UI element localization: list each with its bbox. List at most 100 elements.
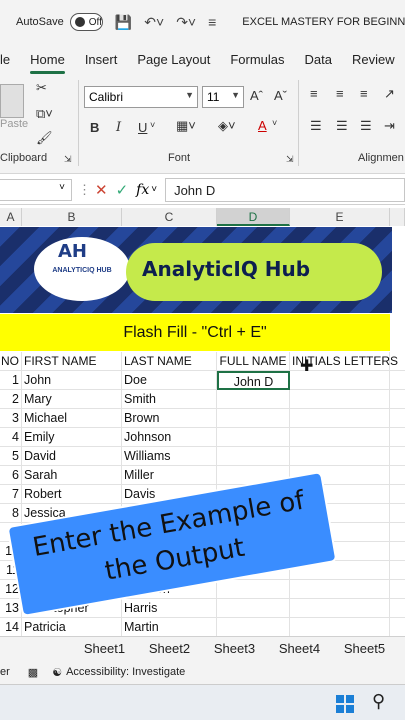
full-name-cell[interactable] xyxy=(217,618,290,637)
sheet-title[interactable]: Flash Fill - "Ctrl + E" xyxy=(0,314,390,351)
tab-review[interactable]: Review xyxy=(342,52,405,67)
orientation-icon[interactable]: ↗ xyxy=(384,86,395,102)
chevron-down-icon[interactable]: ˅ xyxy=(272,118,277,128)
align-top-icon[interactable]: ≡ xyxy=(310,86,318,101)
initials-cell[interactable] xyxy=(290,447,390,466)
row-number[interactable]: 3 xyxy=(0,409,22,428)
last-name-cell[interactable]: Smith xyxy=(122,390,217,409)
row-number[interactable]: 8 xyxy=(0,504,22,523)
row-number[interactable]: 4 xyxy=(0,428,22,447)
row-number[interactable]: 2 xyxy=(0,390,22,409)
sheet-tab-1[interactable]: Sheet1 xyxy=(72,641,137,656)
last-name-cell[interactable]: Martin xyxy=(122,618,217,637)
save-icon[interactable]: 💾 xyxy=(115,14,132,31)
align-bottom-icon[interactable]: ≡ xyxy=(360,86,368,101)
last-name-cell[interactable]: Doe xyxy=(122,371,217,390)
windows-start-icon[interactable] xyxy=(336,695,354,713)
tab-file[interactable]: le xyxy=(0,52,20,67)
more-icon[interactable]: ⋮ xyxy=(78,182,91,198)
italic-icon[interactable]: I xyxy=(116,120,121,135)
column-header-e[interactable]: E xyxy=(290,208,390,226)
column-header-b[interactable]: B xyxy=(22,208,122,226)
column-header-f[interactable] xyxy=(390,208,405,226)
initials-cell[interactable] xyxy=(290,390,390,409)
autosave-toggle[interactable]: Off xyxy=(69,13,103,31)
align-center-icon[interactable]: ☰ xyxy=(336,118,348,134)
format-painter-icon[interactable]: 🖌 xyxy=(36,130,53,146)
paste-button[interactable] xyxy=(0,84,24,118)
chevron-down-icon[interactable]: ˅ xyxy=(150,120,155,130)
header-first-name[interactable]: FIRST NAME xyxy=(22,352,122,371)
row-number[interactable]: 13 xyxy=(0,599,22,618)
full-name-cell[interactable] xyxy=(217,409,290,428)
chevron-down-icon[interactable]: ˅ xyxy=(151,184,157,195)
increase-font-icon[interactable]: Aˆ xyxy=(250,88,263,103)
first-name-cell[interactable]: Sarah xyxy=(22,466,122,485)
clipboard-launcher-icon[interactable]: ⇲ xyxy=(64,154,72,165)
redo-icon[interactable]: ↷˅ xyxy=(176,14,196,31)
header-no[interactable]: NO xyxy=(0,352,22,371)
first-name-cell[interactable]: Emily xyxy=(22,428,122,447)
initials-cell[interactable] xyxy=(290,580,390,599)
last-name-cell[interactable]: Johnson xyxy=(122,428,217,447)
row-number[interactable]: 1 xyxy=(0,371,22,390)
initials-cell[interactable] xyxy=(290,428,390,447)
last-name-cell[interactable]: Brown xyxy=(122,409,217,428)
last-name-cell[interactable]: Williams xyxy=(122,447,217,466)
last-name-cell[interactable]: Harris xyxy=(122,599,217,618)
sheet-tab-5[interactable]: Sheet5 xyxy=(332,641,397,656)
full-name-cell[interactable] xyxy=(217,580,290,599)
row-number[interactable]: 5 xyxy=(0,447,22,466)
align-right-icon[interactable]: ☰ xyxy=(360,118,372,134)
tab-data[interactable]: Data xyxy=(295,52,342,67)
header-last-name[interactable]: LAST NAME xyxy=(122,352,217,371)
cancel-icon[interactable]: ✕ xyxy=(95,181,108,199)
decrease-font-icon[interactable]: Aˇ xyxy=(274,88,287,103)
tab-page-layout[interactable]: Page Layout xyxy=(127,52,220,67)
indent-icon[interactable]: ⇥ xyxy=(384,118,395,134)
initials-cell[interactable] xyxy=(290,618,390,637)
row-number[interactable]: 7 xyxy=(0,485,22,504)
fill-color-icon[interactable]: ◈˅ xyxy=(218,118,236,134)
name-box[interactable]: ˅ xyxy=(0,178,72,201)
customize-qat-icon[interactable]: ≡ xyxy=(208,14,216,30)
font-size-select[interactable]: 11 ▼ xyxy=(202,86,244,108)
sheet-tab-3[interactable]: Sheet3 xyxy=(202,641,267,656)
sheet-tab-2[interactable]: Sheet2 xyxy=(137,641,202,656)
enter-icon[interactable]: ✓ xyxy=(116,181,129,199)
full-name-cell[interactable] xyxy=(217,428,290,447)
align-middle-icon[interactable]: ≡ xyxy=(336,86,344,101)
first-name-cell[interactable]: Robert xyxy=(22,485,122,504)
macro-record-icon[interactable]: ▩ xyxy=(28,666,38,679)
column-header-d[interactable]: D xyxy=(217,208,290,226)
first-name-cell[interactable]: Michael xyxy=(22,409,122,428)
initials-cell[interactable] xyxy=(290,409,390,428)
borders-icon[interactable]: ▦˅ xyxy=(176,118,196,134)
full-name-cell[interactable]: John D xyxy=(217,371,290,390)
tab-insert[interactable]: Insert xyxy=(75,52,128,67)
font-name-select[interactable]: Calibri ▼ xyxy=(84,86,198,108)
cut-icon[interactable]: ✂ xyxy=(36,80,47,96)
accessibility-status[interactable]: Accessibility: Investigate xyxy=(66,666,185,678)
align-left-icon[interactable]: ☰ xyxy=(310,118,322,134)
tab-home[interactable]: Home xyxy=(20,52,75,74)
first-name-cell[interactable]: Patricia xyxy=(22,618,122,637)
full-name-cell[interactable] xyxy=(217,447,290,466)
sheet-tab-4[interactable]: Sheet4 xyxy=(267,641,332,656)
tab-formulas[interactable]: Formulas xyxy=(220,52,294,67)
copy-icon[interactable]: ⧉˅ xyxy=(36,106,53,122)
header-full-name[interactable]: FULL NAME xyxy=(217,352,290,371)
undo-icon[interactable]: ↶˅ xyxy=(144,14,164,31)
last-name-cell[interactable]: Miller xyxy=(122,466,217,485)
formula-input[interactable]: John D xyxy=(165,177,405,202)
column-header-c[interactable]: C xyxy=(122,208,217,226)
search-icon[interactable]: ⚲ xyxy=(372,691,385,712)
accessibility-icon[interactable]: ☯ xyxy=(52,666,62,679)
initials-cell[interactable] xyxy=(290,599,390,618)
first-name-cell[interactable]: John xyxy=(22,371,122,390)
first-name-cell[interactable]: Mary xyxy=(22,390,122,409)
first-name-cell[interactable]: David xyxy=(22,447,122,466)
full-name-cell[interactable] xyxy=(217,390,290,409)
font-launcher-icon[interactable]: ⇲ xyxy=(286,154,294,165)
row-number[interactable]: 14 xyxy=(0,618,22,637)
